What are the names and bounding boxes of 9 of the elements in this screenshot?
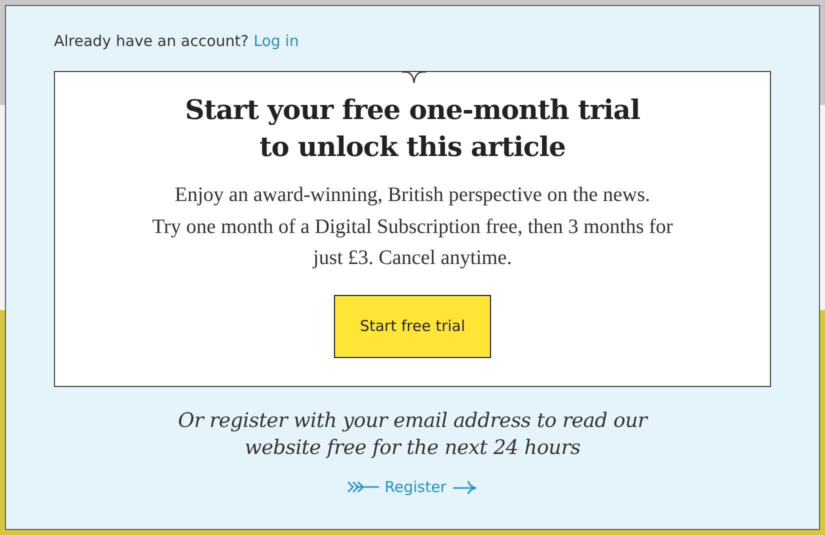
login-prompt: Already have an account? [54,32,249,50]
register-link[interactable]: Register [384,478,446,496]
offer-title: Start your free one-month trial to unlock this article [184,94,640,165]
start-trial-button[interactable]: Start free trial [334,294,491,358]
arrow-fletching-icon [346,480,379,494]
offer-description: Enjoy an award-winning, British perspective on the news. Try one month of a Digital Subscription free, then 3 months for just £3. Cancel anytime. [152,183,673,271]
login-link[interactable]: Log in [254,32,299,50]
register-prompt: Or register with your email address to read our website free for the next 24 hours [177,407,650,461]
arrow-right-icon [452,479,478,495]
